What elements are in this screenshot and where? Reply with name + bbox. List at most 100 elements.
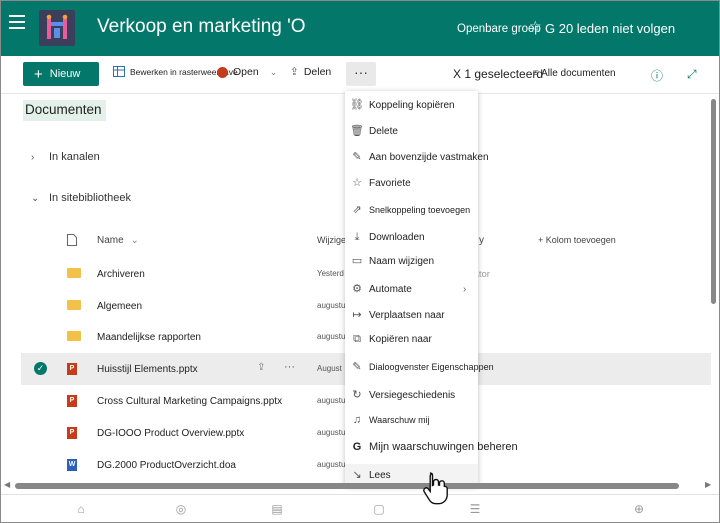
menu-item-rename[interactable]: ▭ Naam wijzigen [345, 250, 478, 272]
menu-item-label: Waarschuw mij [369, 415, 430, 425]
shortcut-icon: ⇗ [352, 204, 362, 216]
share-row-icon[interactable]: ⇪ [257, 362, 265, 373]
horizontal-scrollbar[interactable]: ◀ ▶ [1, 480, 719, 492]
open-button[interactable]: Open ⌄ [217, 66, 277, 78]
edit-icon: ✎ [352, 361, 362, 373]
files-icon[interactable]: ▢ [371, 502, 387, 516]
section-site-library[interactable]: ⌄ In sitebibliotheek [31, 192, 131, 204]
file-name[interactable]: DG-IOOO Product Overview.pptx [97, 428, 244, 439]
selected-check-icon[interactable]: ✓ [34, 362, 47, 375]
menu-item-label: Delete [369, 125, 398, 137]
menu-item-link[interactable]: ⛓ Koppeling kopiëren [345, 94, 478, 116]
add-column-button[interactable]: + Kolom toevoegen [538, 235, 616, 245]
download-icon: ⤓ [354, 231, 360, 243]
selected-count[interactable]: X 1 geselecteerd [453, 67, 543, 81]
lists-icon[interactable]: ☰ [467, 502, 483, 516]
menu-item-label: Automate [369, 283, 412, 295]
move-icon: ↦ [352, 309, 362, 321]
menu-item-move[interactable]: ↦ Verplaatsen naar [345, 304, 478, 326]
context-menu: ⛓ Koppeling kopiëren 🗑 Delete ✎ Aan bovenzijd… [345, 91, 518, 486]
expand-icon[interactable]: ⤢ [687, 67, 697, 82]
menu-item-label: Mijn waarschuwingen beheren [369, 441, 518, 453]
star-icon[interactable]: ☆ [529, 18, 542, 35]
open-label: Open [233, 66, 259, 78]
scroll-right-icon[interactable]: ▶ [705, 480, 711, 489]
folder-icon [67, 331, 81, 341]
view-switcher[interactable]: ≡ Alle documenten [533, 68, 616, 79]
horizontal-scroll-thumb[interactable] [15, 483, 679, 489]
menu-item-label: Verplaatsen naar [369, 309, 445, 321]
menu-item-pin[interactable]: ✎ Aan bovenzijde vastmaken [345, 146, 488, 168]
vertical-scroll-thumb[interactable] [711, 99, 716, 304]
sharepoint-window: Verkoop en marketing 'O Openbare groep ☆… [0, 0, 720, 523]
vertical-scrollbar[interactable] [709, 97, 717, 467]
row-more-icon[interactable]: ··· [284, 361, 295, 373]
file-name[interactable]: Algemeen [97, 301, 142, 312]
trash-icon: 🗑 [350, 125, 364, 137]
site-header: Verkoop en marketing 'O Openbare groep ☆… [1, 1, 719, 56]
menu-item-label: Favoriete [369, 177, 411, 189]
file-name[interactable]: Maandelijkse rapporten [97, 332, 201, 343]
powerpoint-file-icon: P [67, 363, 77, 375]
members-follow-link[interactable]: G 20 leden niet volgen [545, 21, 675, 36]
menu-item-automate[interactable]: ⚙ Automate › [345, 278, 478, 300]
file-name[interactable]: Cross Cultural Marketing Campaigns.pptx [97, 396, 282, 407]
powerpoint-file-icon: P [67, 427, 77, 439]
menu-item-shortcut[interactable]: ⇗ Snelkoppeling toevoegen [345, 199, 478, 221]
column-header-name[interactable]: Name ⌄ [97, 235, 139, 246]
history-icon: ↻ [352, 389, 362, 401]
file-name[interactable]: Archiveren [97, 269, 145, 280]
more-button[interactable]: ··· [346, 62, 376, 86]
menu-icon[interactable] [9, 15, 25, 29]
menu-item-download[interactable]: ⤓ Downloaden [345, 226, 478, 248]
share-button[interactable]: ⇪ Delen [290, 66, 331, 78]
share-label: Delen [303, 66, 332, 78]
new-button[interactable]: + Nieuw [23, 62, 99, 86]
menu-item-label: Naam wijzigen [369, 255, 435, 267]
alert-manage-icon: G [352, 441, 362, 453]
section-site-label: In sitebibliotheek [49, 192, 131, 204]
menu-item-star[interactable]: ☆ Favoriete [345, 172, 478, 194]
view-name: Alle documenten [541, 68, 616, 79]
file-type-header-icon[interactable] [67, 234, 77, 249]
command-bar: + Nieuw Bewerken in rasterweergave Open … [1, 56, 719, 94]
chevron-down-icon: ⌄ [130, 235, 139, 246]
grid-icon [113, 66, 125, 77]
chevron-right-icon: › [463, 283, 467, 295]
word-file-icon: W [67, 459, 77, 471]
bell-icon: ♫ [352, 414, 362, 426]
column-name-label: Name [97, 235, 124, 246]
menu-item-copy[interactable]: ⧉ Kopiëren naar [345, 328, 478, 350]
add-icon[interactable]: ⊕ [631, 502, 647, 516]
info-icon[interactable]: ⓘ [651, 67, 663, 84]
menu-item-history[interactable]: ↻ Versiegeschiedenis [345, 384, 478, 406]
news-icon[interactable]: ▤ [269, 502, 285, 516]
site-logo[interactable] [39, 10, 75, 46]
menu-item-edit[interactable]: ✎ Dialoogvenster Eigenschappen [345, 356, 493, 378]
menu-item-label: Kopiëren naar [369, 333, 432, 345]
menu-item-label: Downloaden [369, 231, 425, 243]
star-icon: ☆ [352, 177, 362, 189]
folder-icon [67, 300, 81, 310]
new-button-label: Nieuw [49, 68, 81, 80]
menu-item-label: Snelkoppeling toevoegen [369, 205, 471, 215]
menu-item-alert-manage[interactable]: G Mijn waarschuwingen beheren [345, 436, 518, 458]
section-channels[interactable]: › In kanalen [31, 151, 100, 163]
globe-icon[interactable]: ◎ [173, 502, 189, 516]
folder-icon [67, 268, 81, 278]
menu-item-trash[interactable]: 🗑 Delete [345, 120, 478, 142]
share-icon: ⇪ [290, 66, 299, 78]
library-title[interactable]: Documenten [23, 100, 106, 121]
column-header-modified-by[interactable]: y [479, 235, 484, 246]
modified-date: August [317, 364, 342, 373]
menu-item-label: Versiegeschiedenis [369, 389, 456, 401]
menu-item-bell[interactable]: ♫ Waarschuw mij [345, 409, 478, 431]
scroll-left-icon[interactable]: ◀ [4, 480, 10, 489]
modified-date: Yesterd [317, 269, 344, 278]
home-icon[interactable]: ⌂ [73, 502, 89, 516]
automate-icon: ⚙ [352, 283, 362, 295]
file-name[interactable]: Huisstijl Elements.pptx [97, 364, 198, 375]
bottom-navigation: ⌂ ◎ ▤ ▢ ☰ ⊕ [1, 494, 719, 522]
file-name[interactable]: DG.2000 ProductOverzicht.doa [97, 460, 236, 471]
site-title[interactable]: Verkoop en marketing 'O [97, 16, 306, 38]
